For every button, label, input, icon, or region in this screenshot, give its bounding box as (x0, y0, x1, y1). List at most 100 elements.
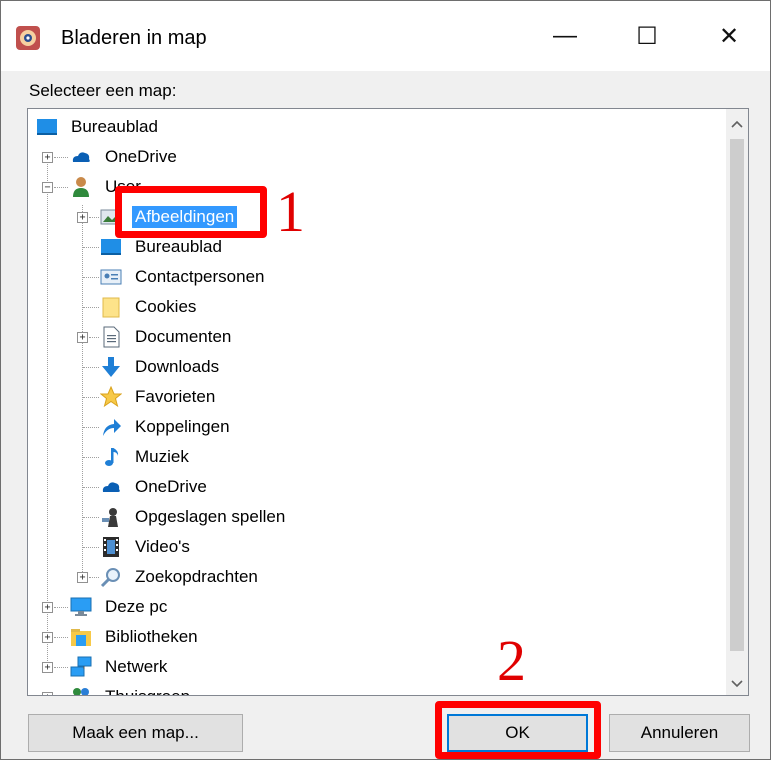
tree-item-label: Bibliotheken (105, 627, 198, 646)
title-bar[interactable]: Bladeren in map — ☐ ✕ (1, 1, 770, 71)
chess-piece-icon (102, 508, 118, 527)
tree-item-contactpersonen[interactable]: Contactpersonen (100, 262, 267, 292)
close-button[interactable]: ✕ (695, 1, 763, 71)
highlight-box-afbeeldingen (115, 186, 267, 238)
tree-item-label: Netwerk (105, 657, 168, 676)
browse-folder-dialog: Bladeren in map — ☐ ✕ Selecteer een map:… (0, 0, 771, 760)
app-icon (16, 26, 40, 50)
tree-item-label: Favorieten (135, 387, 216, 406)
desktop-icon (101, 239, 121, 255)
tree-line (83, 307, 99, 308)
step-marker-2: 2 (497, 628, 526, 693)
tree-item-label: Bureaublad (135, 237, 222, 256)
minimize-icon: — (553, 22, 577, 49)
minimize-button[interactable]: — (531, 1, 599, 71)
document-icon (103, 326, 120, 348)
homegroup-icon (73, 688, 89, 695)
collapse-toggle[interactable]: − (42, 182, 53, 193)
tree-item-onedrive-user[interactable]: OneDrive (100, 472, 210, 502)
tree-item-label: Thuisgroep (102, 686, 193, 695)
tree-item-bibliotheken[interactable]: Bibliotheken (70, 622, 201, 652)
film-icon (103, 537, 119, 557)
tree-line (47, 155, 48, 673)
tree-item-label: Video's (135, 537, 190, 556)
maximize-button[interactable]: ☐ (613, 1, 681, 71)
vertical-scrollbar[interactable] (726, 109, 748, 695)
expand-toggle[interactable]: + (42, 632, 53, 643)
tree-line (89, 217, 99, 218)
star-icon (100, 386, 122, 408)
tree-item-netwerk[interactable]: Netwerk (70, 652, 170, 682)
scrollbar-thumb[interactable] (730, 139, 744, 651)
prompt-label: Selecteer een map: (29, 81, 177, 100)
music-note-icon (105, 448, 119, 466)
chevron-down-icon (731, 680, 743, 688)
tree-item-zoekopdrachten[interactable]: Zoekopdrachten (100, 562, 261, 592)
expand-toggle[interactable]: + (42, 662, 53, 673)
contacts-icon (100, 269, 122, 285)
tree-item-documenten[interactable]: Documenten (100, 322, 234, 352)
scroll-up-button[interactable] (726, 113, 748, 135)
download-arrow-icon (102, 357, 120, 377)
chevron-up-icon (731, 120, 743, 128)
tree-item-bureaublad-root[interactable]: Bureaublad (36, 112, 161, 142)
expand-toggle[interactable]: + (42, 602, 53, 613)
tree-item-cookies[interactable]: Cookies (100, 292, 199, 322)
folder-icon (102, 297, 120, 318)
tree-item-videos[interactable]: Video's (100, 532, 193, 562)
tree-item-label: Zoekopdrachten (135, 567, 258, 586)
expand-toggle[interactable]: + (42, 152, 53, 163)
tree-item-label: Contactpersonen (135, 267, 265, 286)
tree-line (54, 157, 68, 158)
expand-toggle[interactable]: + (77, 572, 88, 583)
network-icon (70, 656, 92, 677)
tree-item-muziek[interactable]: Muziek (100, 442, 192, 472)
tree-item-label: Documenten (135, 327, 232, 346)
tree-item-deze-pc[interactable]: Deze pc (70, 592, 170, 622)
tree-item-label: OneDrive (105, 147, 177, 166)
tree-line (83, 367, 99, 368)
tree-line (83, 277, 99, 278)
expand-toggle[interactable]: + (42, 692, 53, 695)
tree-item-label: Deze pc (105, 597, 168, 616)
tree-line (83, 427, 99, 428)
tree-item-koppelingen[interactable]: Koppelingen (100, 412, 233, 442)
tree-line (89, 337, 99, 338)
tree-item-favorieten[interactable]: Favorieten (100, 382, 218, 412)
tree-item-onedrive[interactable]: OneDrive (70, 142, 180, 172)
tree-item-label: OneDrive (135, 477, 207, 496)
library-icon (71, 629, 91, 646)
expand-toggle[interactable]: + (77, 332, 88, 343)
user-icon (73, 177, 89, 197)
tree-line (83, 547, 99, 548)
maximize-icon: ☐ (636, 22, 658, 50)
step-marker-1: 1 (276, 179, 305, 244)
close-icon: ✕ (718, 22, 740, 50)
cloud-icon (102, 482, 120, 492)
scroll-down-button[interactable] (726, 673, 748, 695)
tree-item-downloads[interactable]: Downloads (100, 352, 222, 382)
tree-item-label: Bureaublad (71, 117, 158, 136)
tree-item-label: Opgeslagen spellen (135, 507, 286, 526)
tree-item-label: Cookies (135, 297, 197, 316)
tree-line (54, 637, 68, 638)
tree-item-opgeslagen-spellen[interactable]: Opgeslagen spellen (100, 502, 288, 532)
tree-item-label: Downloads (135, 357, 220, 376)
link-arrow-icon (103, 419, 121, 436)
tree-line (83, 247, 99, 248)
tree-line (54, 667, 68, 668)
expand-toggle[interactable]: + (77, 212, 88, 223)
tree-item-label: Koppelingen (135, 417, 230, 436)
search-icon (100, 568, 120, 588)
tree-line (83, 517, 99, 518)
tree-item-thuisgroep[interactable]: Thuisgroep (70, 682, 193, 695)
desktop-icon (37, 119, 57, 135)
cancel-button[interactable]: Annuleren (609, 714, 750, 752)
tree-line (54, 607, 68, 608)
window-title: Bladeren in map (61, 27, 207, 49)
tree-item-label: Muziek (135, 447, 189, 466)
highlight-box-ok (435, 701, 601, 759)
tree-line (83, 487, 99, 488)
new-folder-button[interactable]: Maak een map... (28, 714, 243, 752)
tree-line (83, 397, 99, 398)
